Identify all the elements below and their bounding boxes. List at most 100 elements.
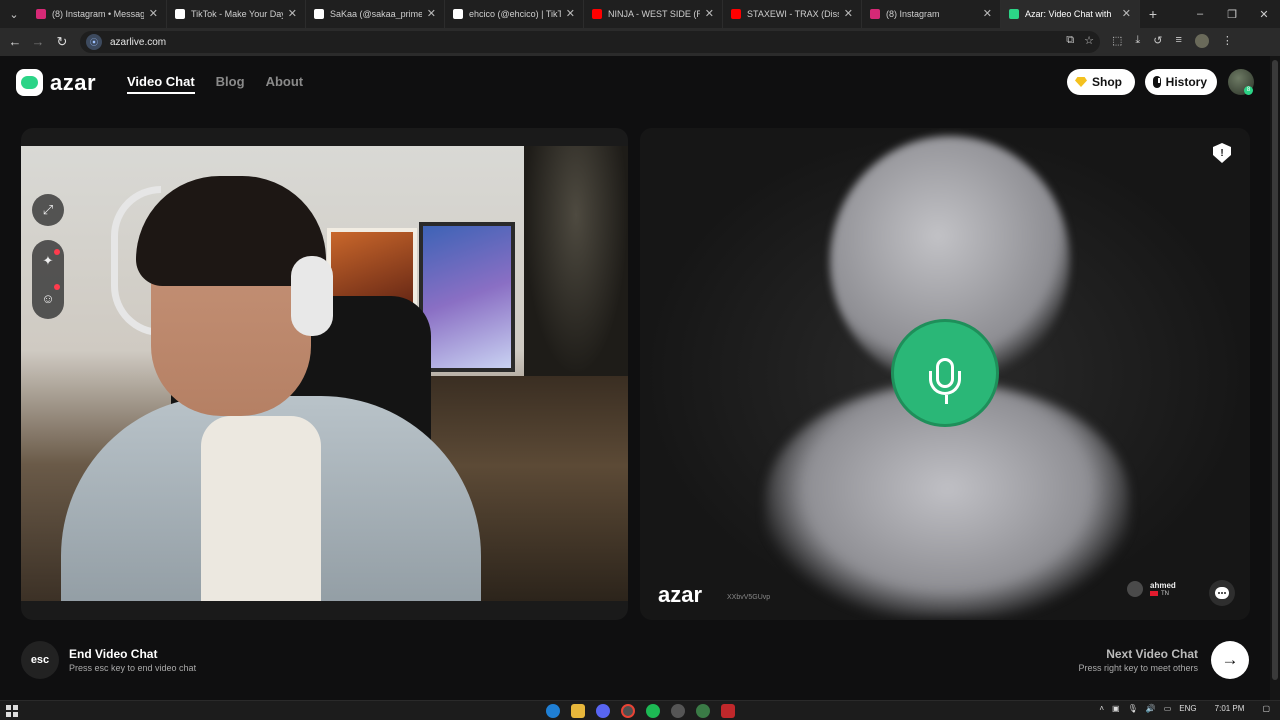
window-controls: – ❐ ✕ bbox=[1184, 8, 1280, 21]
settings-app-icon[interactable] bbox=[671, 704, 685, 718]
browser-menu-icon[interactable]: ⋮ bbox=[1222, 34, 1233, 48]
url-text[interactable]: azarlive.com bbox=[110, 37, 166, 48]
chat-button[interactable] bbox=[1209, 580, 1235, 606]
filter-notification-dot bbox=[54, 284, 60, 290]
volume-icon[interactable]: 🔊 bbox=[1146, 704, 1156, 713]
browser-tab[interactable]: (8) Instagram • Messages ✕ bbox=[28, 0, 167, 28]
news-app-icon[interactable] bbox=[721, 704, 735, 718]
new-tab-button[interactable]: + bbox=[1140, 6, 1166, 22]
tab-close-icon[interactable]: ✕ bbox=[1122, 7, 1131, 20]
file-explorer-icon[interactable] bbox=[571, 704, 585, 718]
browser-tab[interactable]: ehcico (@ehcico) | TikTok ✕ bbox=[445, 0, 584, 28]
edge-app-icon[interactable] bbox=[546, 704, 560, 718]
expand-video-button[interactable]: ⤢ bbox=[32, 194, 64, 226]
azar-logo[interactable]: azar bbox=[16, 69, 96, 96]
nav-blog[interactable]: Blog bbox=[216, 74, 245, 94]
reload-icon[interactable]: ↻ bbox=[50, 34, 74, 50]
face-sticker-icon: ☺ bbox=[41, 290, 55, 306]
tab-favicon-icon bbox=[870, 9, 880, 19]
notifications-icon[interactable]: ▢ bbox=[1262, 704, 1270, 713]
azar-page: azar Video Chat Blog About Shop History … bbox=[0, 56, 1270, 700]
browser-tab[interactable]: NINJA - WEST SIDE (ROLE ✕ bbox=[584, 0, 723, 28]
peer-info[interactable]: ahmed TN bbox=[1127, 581, 1176, 597]
windows-start-icon[interactable] bbox=[6, 705, 18, 717]
tabs-container: (8) Instagram • Messages✕TikTok - Make Y… bbox=[28, 0, 1140, 28]
tab-close-icon[interactable]: ✕ bbox=[705, 7, 714, 20]
downloads-icon[interactable]: ⤓ bbox=[1135, 34, 1140, 48]
tab-label: (8) Instagram • Messages bbox=[52, 9, 144, 19]
bookmark-star-icon[interactable]: ☆ bbox=[1084, 34, 1094, 47]
scrollbar-thumb[interactable] bbox=[1272, 60, 1278, 680]
end-chat-hint: Press esc key to end video chat bbox=[69, 663, 197, 673]
tab-close-icon[interactable]: ✕ bbox=[983, 7, 992, 20]
tab-label: NINJA - WEST SIDE (ROLE bbox=[608, 9, 700, 19]
tray-expand-icon[interactable]: ˄ bbox=[1099, 704, 1104, 713]
expand-icon: ⤢ bbox=[42, 202, 54, 217]
tab-search-chevron-icon[interactable]: ⌄ bbox=[0, 0, 28, 28]
voice-only-mic-button[interactable] bbox=[891, 319, 999, 427]
system-tray: ˄ ▣ 🎙 🔊 ▭ ENG 7:01 PM ▢ bbox=[1099, 704, 1270, 713]
next-chat-button[interactable]: → bbox=[1211, 641, 1249, 679]
gem-icon bbox=[1075, 77, 1087, 87]
azar-logo-icon bbox=[16, 69, 43, 96]
browser-tab[interactable]: (8) Instagram ✕ bbox=[862, 0, 1001, 28]
tab-label: SaKaa (@sakaa_prime) | T bbox=[330, 9, 422, 19]
tab-close-icon[interactable]: ✕ bbox=[149, 7, 158, 20]
history-icon[interactable]: ↺ bbox=[1153, 34, 1162, 48]
tray-app-icon[interactable]: ▣ bbox=[1112, 704, 1120, 713]
microphone-icon bbox=[929, 358, 961, 404]
browser-toolbar: ← → ↻ ⦿ azarlive.com ⧉ ☆ ⬚ ⤓ ↺ ≡ ⋮ bbox=[0, 28, 1280, 56]
address-bar[interactable]: ⦿ azarlive.com ⧉ ☆ bbox=[80, 31, 1100, 53]
mic-tray-icon[interactable]: 🎙 bbox=[1128, 704, 1138, 713]
browser-tab[interactable]: TikTok - Make Your Day ✕ bbox=[167, 0, 306, 28]
tab-favicon-icon bbox=[592, 9, 602, 19]
tab-favicon-icon bbox=[36, 9, 46, 19]
end-chat-title[interactable]: End Video Chat bbox=[69, 647, 157, 661]
browser-tab[interactable]: Azar: Video Chat with ✕ bbox=[1001, 0, 1140, 28]
history-button[interactable]: History bbox=[1145, 69, 1217, 95]
back-icon[interactable]: ← bbox=[3, 34, 27, 49]
tab-close-icon[interactable]: ✕ bbox=[288, 7, 297, 20]
tab-label: ehcico (@ehcico) | TikTok bbox=[469, 9, 561, 19]
page-scrollbar[interactable] bbox=[1270, 56, 1280, 700]
network-icon[interactable]: ▭ bbox=[1164, 704, 1172, 713]
nav-video-chat[interactable]: Video Chat bbox=[127, 74, 195, 94]
minimize-icon[interactable]: – bbox=[1184, 8, 1216, 21]
next-chat-hint: Press right key to meet others bbox=[1078, 663, 1198, 673]
nav-about[interactable]: About bbox=[266, 74, 304, 94]
next-chat-title[interactable]: Next Video Chat bbox=[1106, 647, 1198, 661]
site-info-icon[interactable]: ⦿ bbox=[86, 34, 102, 50]
spotify-app-icon[interactable] bbox=[646, 704, 660, 718]
forward-icon[interactable]: → bbox=[26, 34, 50, 49]
browser-tab[interactable]: STAXEWI - TRAX (Diss Zi ✕ bbox=[723, 0, 862, 28]
end-chat-esc-button[interactable]: esc bbox=[21, 641, 59, 679]
browser-tab[interactable]: SaKaa (@sakaa_prime) | T ✕ bbox=[306, 0, 445, 28]
media-control-icon[interactable]: ≡ bbox=[1176, 34, 1182, 48]
tab-close-icon[interactable]: ✕ bbox=[844, 7, 853, 20]
taskbar-apps bbox=[546, 704, 735, 718]
close-window-icon[interactable]: ✕ bbox=[1248, 8, 1280, 21]
browser-profile-avatar[interactable] bbox=[1194, 34, 1209, 48]
clock-time[interactable]: 7:01 PM bbox=[1215, 704, 1245, 713]
restore-icon[interactable]: ❐ bbox=[1216, 8, 1248, 21]
tab-favicon-icon bbox=[453, 9, 463, 19]
arrow-right-icon: → bbox=[1221, 650, 1239, 669]
remote-watermark-logo: azar bbox=[658, 582, 703, 607]
camera-effects-controls: ✦ ☺ bbox=[32, 240, 64, 319]
session-id: XXbvV5GUvp bbox=[727, 594, 771, 601]
tab-favicon-icon bbox=[731, 9, 741, 19]
browser-extensions-area: ⬚ ⤓ ↺ ≡ ⋮ bbox=[1112, 34, 1233, 48]
language-indicator[interactable]: ENG bbox=[1179, 704, 1196, 713]
tab-favicon-icon bbox=[314, 9, 324, 19]
discord-app-icon[interactable] bbox=[596, 704, 610, 718]
chrome-profile-icon[interactable] bbox=[696, 704, 710, 718]
extensions-icon[interactable]: ⬚ bbox=[1112, 34, 1122, 48]
tab-close-icon[interactable]: ✕ bbox=[566, 7, 575, 20]
install-app-icon[interactable]: ⧉ bbox=[1066, 34, 1074, 47]
tab-label: TikTok - Make Your Day bbox=[191, 9, 283, 19]
shop-button[interactable]: Shop bbox=[1067, 69, 1135, 95]
os-taskbar: ˄ ▣ 🎙 🔊 ▭ ENG 7:01 PM ▢ bbox=[0, 700, 1280, 720]
report-shield-icon[interactable]: ! bbox=[1213, 143, 1231, 163]
chrome-app-icon[interactable] bbox=[621, 704, 635, 718]
tab-close-icon[interactable]: ✕ bbox=[427, 7, 436, 20]
